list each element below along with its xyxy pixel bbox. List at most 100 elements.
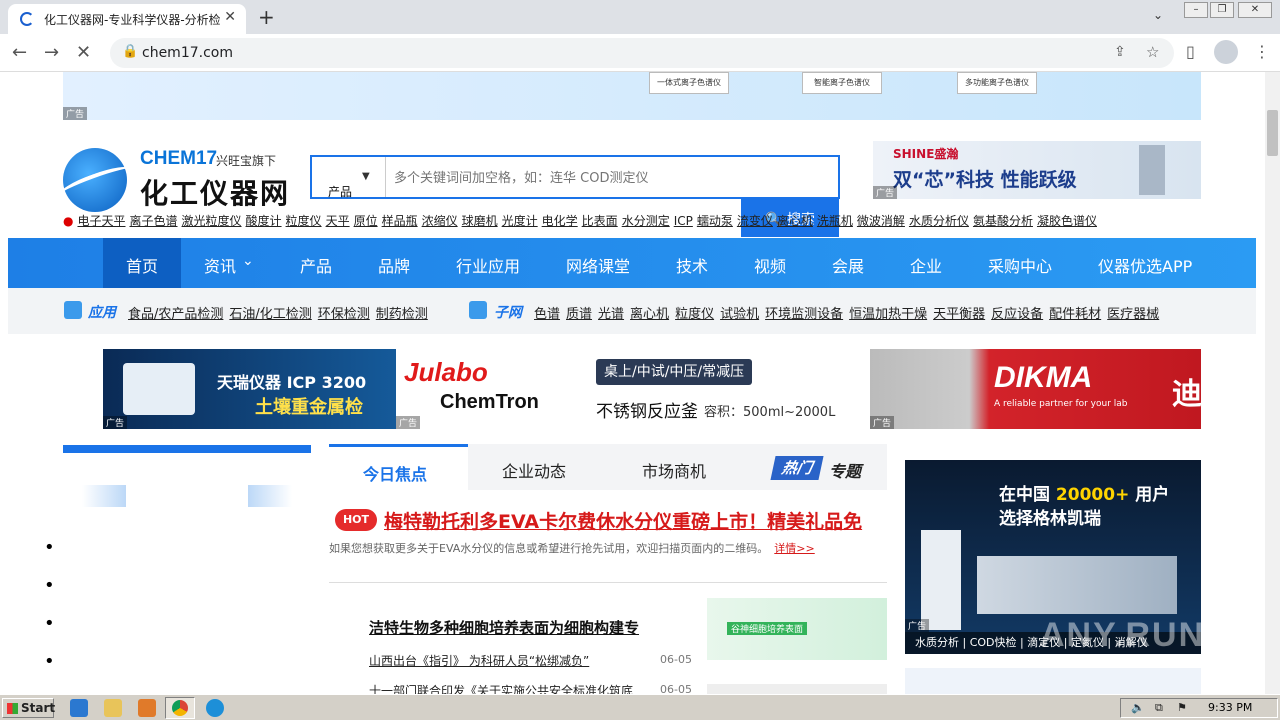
nav-item-brands[interactable]: 品牌 — [378, 253, 410, 277]
hot-link[interactable]: 酸度计 — [246, 214, 282, 228]
nav-item-expo[interactable]: 会展 — [832, 253, 864, 277]
article-title[interactable]: 十一部门联合印发《关于实施公共安全标准化筑底 — [369, 682, 655, 694]
subnav-link[interactable]: 试验机 — [720, 307, 759, 322]
hot-link[interactable]: 洗瓶机 — [817, 214, 853, 228]
hot-link[interactable]: 激光粒度仪 — [182, 214, 242, 228]
hot-link[interactable]: 凝胶色谱仪 — [1037, 214, 1097, 228]
hot-link[interactable]: 微波消解 — [857, 214, 905, 228]
logo-chinese[interactable]: 化工仪器网 — [140, 172, 290, 212]
bookmark-star-icon[interactable]: ☆ — [1146, 43, 1159, 61]
window-close-button[interactable]: ✕ — [1238, 2, 1272, 18]
subnav-link[interactable]: 色谱 — [534, 307, 560, 322]
search-input[interactable] — [394, 167, 814, 189]
taskbar-chrome-button[interactable] — [165, 697, 195, 719]
stop-icon[interactable]: ✕ — [76, 42, 91, 63]
banner-ad-reactor[interactable]: Julabo ChemTron 桌上/中试/中压/常减压 不锈钢反应釜 容积：5… — [396, 349, 870, 429]
close-tab-icon[interactable]: ✕ — [224, 9, 236, 25]
subnav-link[interactable]: 光谱 — [598, 307, 624, 322]
side-panel-icon[interactable]: ▯ — [1186, 42, 1195, 61]
ie-icon[interactable] — [70, 699, 88, 717]
banner-ad-icp[interactable]: 天瑞仪器 ICP 3200 土壤重金属检 广告 — [103, 349, 396, 429]
tab-today-focus[interactable]: 今日焦点 — [329, 444, 468, 490]
hot-link[interactable]: 离子色谱 — [130, 214, 178, 228]
media-player-icon[interactable] — [138, 699, 156, 717]
logo-english[interactable]: CHEM17 — [140, 148, 217, 170]
hot-link[interactable]: 电子天平 — [77, 214, 125, 228]
hot-link[interactable]: 比表面 — [582, 214, 618, 228]
hot-link[interactable]: 水质分析仪 — [909, 214, 969, 228]
side-advertisement-2[interactable] — [905, 668, 1201, 694]
subnav-link[interactable]: 环境监测设备 — [765, 307, 843, 322]
minimize-button[interactable]: – — [1184, 2, 1208, 18]
hot-link[interactable]: 浓缩仪 — [422, 214, 458, 228]
hot-link[interactable]: 离心机 — [777, 214, 813, 228]
start-button[interactable]: Start — [2, 698, 55, 718]
slider-prev-arrow[interactable] — [82, 485, 126, 507]
subnav-link[interactable]: 石油/化工检测 — [229, 307, 311, 322]
banner-ad-dikma[interactable]: DIKMA A reliable partner for your lab 迪 … — [870, 349, 1202, 429]
subnav-link[interactable]: 医疗器械 — [1107, 307, 1159, 322]
folder-icon[interactable] — [104, 699, 122, 717]
nav-item-purchase[interactable]: 采购中心 — [988, 253, 1052, 277]
nav-item-app[interactable]: 仪器优选APP — [1098, 253, 1192, 277]
nav-item-products[interactable]: 产品 — [300, 253, 332, 277]
subnav-link[interactable]: 质谱 — [566, 307, 592, 322]
slider-next-arrow[interactable] — [248, 485, 292, 507]
volume-icon[interactable]: 🔈 — [1131, 701, 1145, 714]
subnav-link[interactable]: 粒度仪 — [675, 307, 714, 322]
hot-link[interactable]: 水分测定 — [622, 214, 670, 228]
subnav-link[interactable]: 反应设备 — [991, 307, 1043, 322]
hot-link[interactable]: 氨基酸分析 — [973, 214, 1033, 228]
address-bar[interactable]: 🔒 chem17.com ⇪ ☆ — [110, 38, 1174, 68]
nav-item-company[interactable]: 企业 — [910, 253, 942, 277]
article-featured-title[interactable]: 洁特生物多种细胞培养表面为细胞构建专 — [369, 617, 639, 638]
subnav-link[interactable]: 环保检测 — [318, 307, 370, 322]
profile-avatar[interactable] — [1214, 40, 1238, 64]
subnav-link[interactable]: 制药检测 — [376, 307, 428, 322]
hot-link[interactable]: 样品瓶 — [382, 214, 418, 228]
page-scrollbar[interactable] — [1265, 72, 1280, 694]
details-link[interactable]: 详情>> — [774, 542, 814, 555]
hot-link[interactable]: 球磨机 — [462, 214, 498, 228]
taskbar-clock[interactable]: 9:33 PM — [1208, 701, 1252, 714]
hot-link[interactable]: 电化学 — [542, 214, 578, 228]
scrollbar-thumb[interactable] — [1267, 110, 1278, 156]
back-icon[interactable]: ← — [12, 42, 27, 63]
hot-link[interactable]: 原位 — [354, 214, 378, 228]
site-logo-icon[interactable] — [63, 148, 127, 212]
article-title[interactable]: 山西出台《指引》 为科研人员“松绑减负” — [369, 652, 629, 669]
focus-headline[interactable]: 梅特勒托利多EVA卡尔费休水分仪重磅上市！精美礼品免 — [384, 507, 887, 534]
network-icon[interactable]: ⧉ — [1155, 701, 1163, 715]
hot-link[interactable]: ICP — [674, 214, 693, 228]
top-advertisement[interactable]: 一体式离子色谱仪 智能离子色谱仪 多功能离子色谱仪 广告 — [63, 72, 1201, 120]
tab-market[interactable]: 市场商机 — [642, 458, 706, 482]
tab-hot-badge[interactable]: 热门 — [770, 456, 824, 480]
flag-icon[interactable]: ⚑ — [1177, 701, 1187, 714]
menu-icon[interactable]: ⋮ — [1254, 42, 1270, 61]
share-icon[interactable]: ⇪ — [1114, 44, 1126, 60]
hot-link[interactable]: 蠕动泵 — [697, 214, 733, 228]
nav-item-video[interactable]: 视频 — [754, 253, 786, 277]
nav-item-classroom[interactable]: 网络课堂 — [566, 253, 630, 277]
nav-item-news[interactable]: 资讯 — [204, 253, 236, 277]
hot-link[interactable]: 流变仪 — [737, 214, 773, 228]
nav-item-industry[interactable]: 行业应用 — [456, 253, 520, 277]
browser-tab[interactable]: 化工仪器网-专业科学仪器-分析检测 ✕ — [8, 4, 246, 34]
article-thumbnail[interactable]: 谷神细胞培养表面 — [707, 598, 887, 660]
new-tab-button[interactable]: + — [258, 5, 275, 29]
article-thumbnail[interactable] — [707, 684, 887, 694]
tab-topics[interactable]: 专题 — [829, 458, 861, 482]
hot-link[interactable]: 光度计 — [502, 214, 538, 228]
forward-icon[interactable]: → — [44, 42, 59, 63]
tab-company-news[interactable]: 企业动态 — [502, 458, 566, 482]
search-category-select[interactable]: 产品 ▼ — [312, 157, 386, 199]
subnav-link[interactable]: 食品/农产品检测 — [128, 307, 223, 322]
nav-item-tech[interactable]: 技术 — [676, 253, 708, 277]
hot-link[interactable]: 天平 — [326, 214, 350, 228]
nav-item-home[interactable]: 首页 — [126, 253, 158, 277]
restore-button[interactable]: ❐ — [1210, 2, 1234, 18]
subnav-link[interactable]: 配件耗材 — [1049, 307, 1101, 322]
header-right-advertisement[interactable]: SHINE盛瀚 双“芯”科技 性能跃级 广告 — [873, 141, 1201, 199]
tab-search-icon[interactable]: ⌄ — [1153, 8, 1163, 22]
subnav-link[interactable]: 离心机 — [630, 307, 669, 322]
